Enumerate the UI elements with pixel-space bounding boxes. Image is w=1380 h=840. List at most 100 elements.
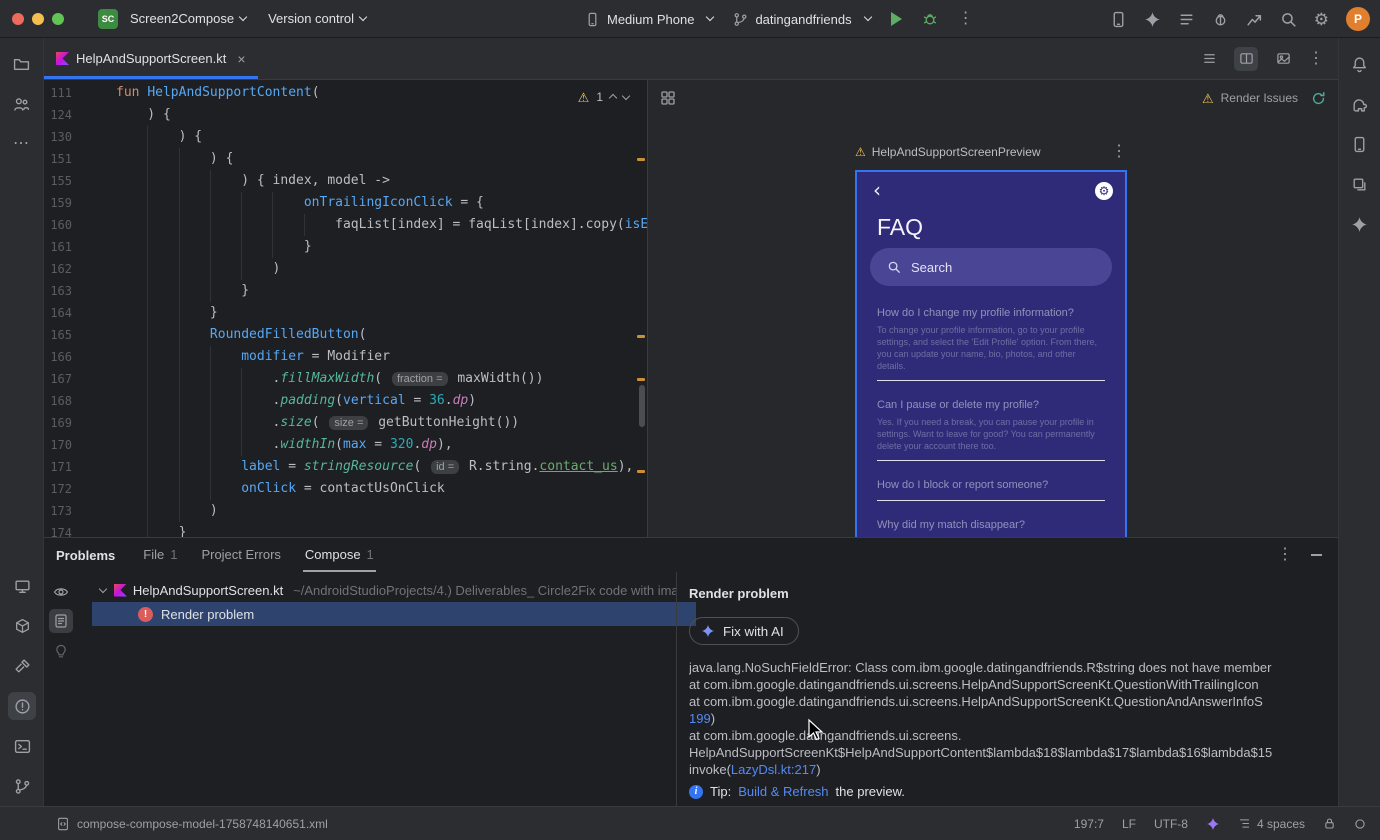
code-line[interactable]: .padding(vertical = 36.dp) — [116, 390, 647, 412]
code-line[interactable]: ) { index, model -> — [116, 170, 647, 192]
refresh-icon[interactable] — [1311, 91, 1326, 106]
build-tool-button[interactable] — [8, 652, 36, 680]
problems-file-row[interactable]: HelpAndSupportScreen.kt ~/AndroidStudioP… — [78, 578, 676, 602]
running-devices-tool-button[interactable] — [8, 572, 36, 600]
notifications-tool-button[interactable] — [1346, 50, 1374, 78]
split-view-button[interactable] — [1234, 46, 1258, 71]
editor-options-icon[interactable]: ⋮ — [1308, 50, 1324, 67]
ai-status-icon[interactable] — [1206, 817, 1220, 831]
render-problem-row[interactable]: ! Render problem — [92, 602, 696, 626]
vcs-menu[interactable]: Version control — [268, 11, 368, 26]
debug-button[interactable] — [922, 11, 938, 27]
preview-visibility-button[interactable] — [49, 580, 73, 604]
code-line[interactable]: } — [116, 280, 647, 302]
run-button[interactable] — [890, 12, 902, 26]
stack-link[interactable]: 199 — [689, 711, 711, 726]
code-line[interactable]: ) { — [116, 104, 647, 126]
error-stripe-mark[interactable] — [637, 470, 645, 473]
code-line[interactable]: } — [116, 236, 647, 258]
code-line[interactable]: label = stringResource( id = R.string.co… — [116, 456, 647, 478]
hide-tool-window-icon[interactable] — [1311, 554, 1322, 556]
stack-link[interactable]: LazyDsl.kt:217 — [731, 762, 816, 777]
indent-widget[interactable]: 4 spaces — [1238, 817, 1305, 831]
faq-question[interactable]: Why did my match disappear? — [877, 518, 1105, 532]
minimize-window-button[interactable] — [32, 12, 44, 25]
device-manager-tool-button[interactable] — [1346, 130, 1374, 158]
expanded-chevron-icon[interactable] — [98, 584, 108, 594]
error-stripe-mark[interactable] — [637, 378, 645, 381]
tool-tab-compose[interactable]: Compose 1 — [293, 538, 386, 572]
quickfix-button[interactable] — [49, 638, 73, 662]
code-view-button[interactable] — [1197, 47, 1221, 71]
tool-window-options-icon[interactable]: ⋮ — [1277, 547, 1293, 563]
code-line[interactable]: .widthIn(max = 320.dp), — [116, 434, 647, 456]
code-line[interactable]: ) { — [116, 126, 647, 148]
code-line[interactable]: } — [116, 522, 647, 537]
settings-gear-icon[interactable]: ⚙ — [1314, 11, 1329, 28]
more-tool-windows-button[interactable]: ⋯ — [8, 130, 36, 158]
gemini-tool-button[interactable] — [1346, 210, 1374, 238]
inspections-widget[interactable]: ⚠ 1 — [573, 88, 633, 106]
editor-tab[interactable]: HelpAndSupportScreen.kt × — [44, 38, 258, 79]
more-actions-button[interactable]: ⋮ — [958, 11, 974, 27]
code-line[interactable]: fun HelpAndSupportContent( — [116, 82, 647, 104]
next-problem-icon[interactable] — [621, 91, 631, 100]
app-inspection-icon[interactable] — [1212, 11, 1229, 28]
code-line[interactable]: modifier = Modifier — [116, 346, 647, 368]
faq-question[interactable]: How do I change my profile information? — [877, 306, 1105, 320]
version-control-tool-button[interactable] — [8, 772, 36, 800]
project-menu[interactable]: Screen2Compose — [130, 11, 248, 26]
resource-manager-tool-button[interactable] — [1346, 170, 1374, 198]
status-file-widget[interactable]: compose-compose-model-1758748140651.xml — [56, 817, 328, 831]
code-line[interactable]: ) { — [116, 148, 647, 170]
profiler-icon[interactable] — [1246, 11, 1263, 28]
close-tab-icon[interactable]: × — [237, 51, 245, 67]
user-avatar[interactable]: P — [1346, 7, 1370, 31]
terminal-tool-button[interactable] — [8, 732, 36, 760]
run-configuration-selector[interactable]: datingandfriends — [733, 12, 872, 27]
phone-preview[interactable]: ‹ ⚙ FAQ Search How do I change my profil… — [855, 170, 1127, 537]
code-line[interactable]: } — [116, 302, 647, 324]
render-issues-widget[interactable]: ⚠ Render Issues — [1202, 91, 1326, 106]
code-line[interactable]: RoundedFilledButton( — [116, 324, 647, 346]
line-separator-widget[interactable]: LF — [1122, 817, 1136, 831]
caret-position-widget[interactable]: 197:7 — [1074, 817, 1104, 831]
gemini-icon[interactable] — [1144, 11, 1161, 28]
zoom-window-button[interactable] — [52, 12, 64, 25]
code-line[interactable]: .size( size = getButtonHeight()) — [116, 412, 647, 434]
fix-with-ai-button[interactable]: Fix with AI — [689, 617, 799, 645]
close-window-button[interactable] — [12, 12, 24, 25]
code-line[interactable]: onTrailingIconClick = { — [116, 192, 647, 214]
preview-gallery-icon[interactable] — [660, 90, 676, 106]
code-line[interactable]: .fillMaxWidth( fraction = maxWidth()) — [116, 368, 647, 390]
code-editor[interactable]: 111 124 130 151 155 159 160 161 162 163 164 165 166 1… — [44, 80, 648, 537]
build-refresh-link[interactable]: Build & Refresh — [738, 784, 828, 799]
encoding-widget[interactable]: UTF-8 — [1154, 817, 1188, 831]
faq-question[interactable]: How do I block or report someone? — [877, 478, 1105, 492]
code-line[interactable]: ) — [116, 500, 647, 522]
preview-menu-icon[interactable]: ⋮ — [1111, 144, 1127, 160]
editor-scrollbar[interactable] — [639, 385, 645, 427]
detail-view-button[interactable] — [49, 609, 73, 633]
tool-tab-project-errors[interactable]: Project Errors — [189, 538, 292, 572]
error-stripe-mark[interactable] — [637, 335, 645, 338]
device-selector[interactable]: Medium Phone — [585, 12, 715, 27]
commit-tool-button[interactable] — [8, 90, 36, 118]
lock-icon[interactable] — [1323, 817, 1336, 830]
faq-question[interactable]: Can I pause or delete my profile? — [877, 398, 1105, 412]
code-line[interactable]: onClick = contactUsOnClick — [116, 478, 647, 500]
search-icon[interactable] — [1280, 11, 1297, 28]
device-manager-icon[interactable] — [1110, 11, 1127, 28]
previous-problem-icon[interactable] — [608, 93, 618, 103]
error-stripe-mark[interactable] — [637, 158, 645, 161]
tool-tab-file[interactable]: File 1 — [131, 538, 189, 572]
indicator-icon[interactable] — [1354, 818, 1366, 830]
problems-tool-button[interactable] — [8, 692, 36, 720]
logcat-icon[interactable] — [1178, 11, 1195, 28]
code-line[interactable]: ) — [116, 258, 647, 280]
code-line[interactable]: faqList[index] = faqList[index].copy(isE — [116, 214, 647, 236]
services-tool-button[interactable] — [8, 612, 36, 640]
design-view-button[interactable] — [1271, 47, 1295, 71]
gradle-tool-button[interactable] — [1346, 90, 1374, 118]
project-tool-button[interactable] — [8, 50, 36, 78]
